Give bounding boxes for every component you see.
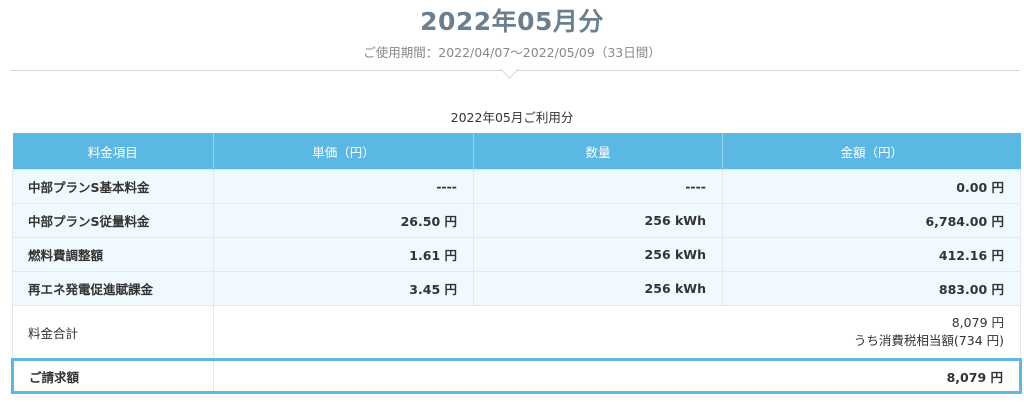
billing-amount: 8,079 円: [213, 358, 1022, 394]
amount: 412.16 円: [722, 237, 1021, 272]
column-header-amount: 金額（円）: [722, 133, 1021, 170]
tax-note: うち消費税相当額(734 円): [853, 333, 1004, 348]
table-caption: 2022年05月ご利用分: [450, 110, 574, 125]
amount: 0.00 円: [722, 169, 1021, 204]
month-title: 2022年05月分: [420, 7, 604, 36]
quantity: 256 kWh: [473, 203, 723, 238]
total-amount-cell: 8,079 円 うち消費税相当額(734 円): [213, 305, 1021, 360]
quantity: ----: [473, 169, 723, 204]
unit-price: 3.45 円: [213, 271, 474, 306]
table-row: 燃料費調整額 1.61 円 256 kWh 412.16 円: [12, 237, 1021, 272]
billing-label: ご請求額: [11, 358, 214, 394]
unit-price: 26.50 円: [213, 203, 474, 238]
table-row: 中部プランS基本料金 ---- ---- 0.00 円: [12, 169, 1021, 204]
table-header-row: 料金項目 単価（円） 数量 金額（円）: [12, 133, 1021, 170]
column-header-unit-price: 単価（円）: [213, 133, 474, 170]
item-name: 中部プランS従量料金: [12, 203, 214, 238]
divider-notch: [500, 60, 519, 79]
amount: 883.00 円: [722, 271, 1021, 306]
table-row: 再エネ発電促進賦課金 3.45 円 256 kWh 883.00 円: [12, 271, 1021, 306]
total-amount: 8,079 円: [951, 315, 1004, 330]
usage-period: ご使用期間：2022/04/07〜2022/05/09（33日間）: [363, 45, 661, 60]
item-name: 再エネ発電促進賦課金: [12, 271, 214, 306]
amount: 6,784.00 円: [722, 203, 1021, 238]
quantity: 256 kWh: [473, 271, 723, 306]
table-row: 中部プランS従量料金 26.50 円 256 kWh 6,784.00 円: [12, 203, 1021, 238]
item-name: 燃料費調整額: [12, 237, 214, 272]
billing-table: 料金項目 単価（円） 数量 金額（円） 中部プランS基本料金 ---- ----…: [11, 133, 1022, 394]
total-row: 料金合計 8,079 円 うち消費税相当額(734 円): [12, 305, 1021, 360]
billing-amount-row: ご請求額 8,079 円: [11, 358, 1022, 394]
item-name: 中部プランS基本料金: [12, 169, 214, 204]
unit-price: ----: [213, 169, 474, 204]
quantity: 256 kWh: [473, 237, 723, 272]
unit-price: 1.61 円: [213, 237, 474, 272]
total-label: 料金合計: [12, 305, 214, 360]
column-header-item: 料金項目: [12, 133, 214, 170]
column-header-quantity: 数量: [473, 133, 723, 170]
